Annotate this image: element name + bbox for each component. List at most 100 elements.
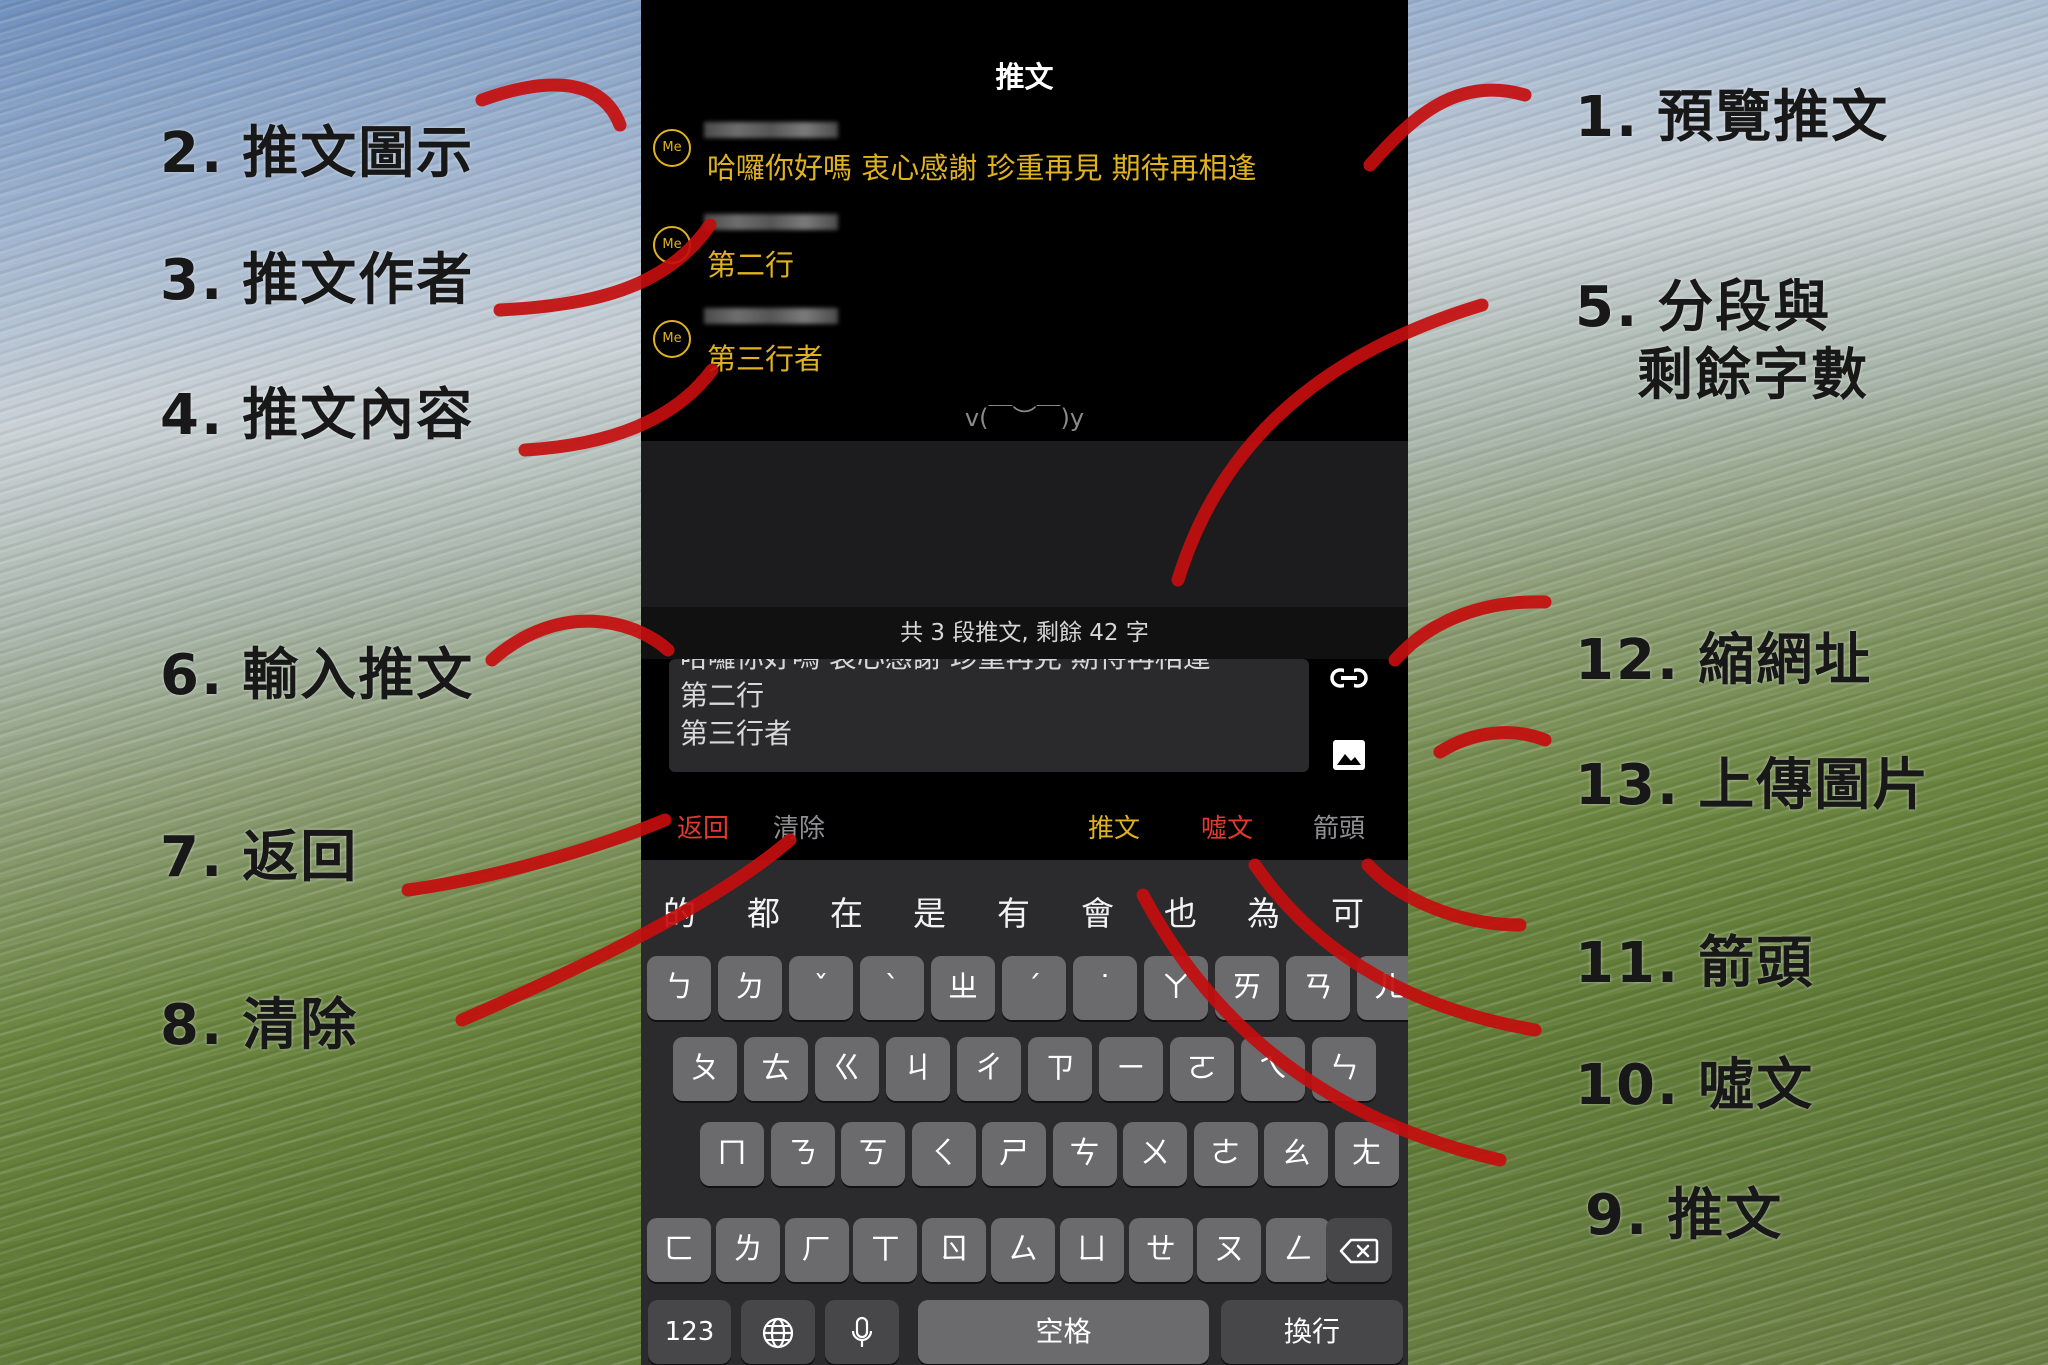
tweet-avatar-icon: Me: [653, 226, 691, 264]
page-title: 推文: [995, 60, 1054, 94]
candidate-word[interactable]: 有: [997, 887, 1030, 935]
zhuyin-key[interactable]: ㄚ: [1144, 956, 1208, 1020]
space-key[interactable]: 空格: [918, 1300, 1209, 1364]
zhuyin-key[interactable]: ㄜ: [1193, 1122, 1258, 1186]
zhuyin-key[interactable]: ㄝ: [1128, 1218, 1193, 1282]
zhuyin-key[interactable]: ㄒ: [853, 1218, 918, 1282]
candidate-word[interactable]: 是: [913, 887, 946, 935]
phone-screen: 推文 Me 哈囉你好嗎 衷心感謝 珍重再見 期待再相逢 Me 第二行 Me 第三…: [641, 0, 1408, 1365]
candidate-word[interactable]: 都: [747, 887, 780, 935]
candidate-word[interactable]: 的: [663, 887, 696, 935]
annotation-11: 11. 箭頭: [1575, 931, 1815, 996]
zhuyin-key[interactable]: ㄇ: [700, 1122, 764, 1186]
tweet-content: 哈囉你好嗎 衷心感謝 珍重再見 期待再相逢: [707, 151, 1257, 185]
editor-line: 第二行: [680, 679, 765, 712]
zhuyin-key[interactable]: ㄖ: [922, 1218, 987, 1282]
zhuyin-key[interactable]: ㄟ: [1241, 1037, 1305, 1101]
tweet-avatar-icon: Me: [653, 129, 691, 167]
candidate-word[interactable]: 可: [1331, 887, 1364, 935]
tweet-input[interactable]: 哈囉你好嗎 衷心感謝 珍重再見 期待再相逢 第二行 第三行者: [669, 659, 1309, 772]
zhuyin-key[interactable]: ㄌ: [715, 1218, 780, 1282]
arrow-button[interactable]: 箭頭: [1313, 808, 1365, 845]
numbers-key[interactable]: 123: [648, 1300, 731, 1364]
editor-line: 哈囉你好嗎 衷心感謝 珍重再見 期待再相逢: [669, 659, 1309, 677]
zhuyin-key[interactable]: ㄧ: [1099, 1037, 1163, 1101]
annotation-3: 3. 推文作者: [160, 248, 475, 313]
zhuyin-key[interactable]: ㄕ: [982, 1122, 1046, 1186]
link-icon[interactable]: [1327, 656, 1371, 700]
zhuyin-key[interactable]: ㄑ: [911, 1122, 976, 1186]
zhuyin-key[interactable]: ㄞ: [1215, 956, 1279, 1020]
annotation-9: 9. 推文: [1585, 1183, 1784, 1248]
image-icon[interactable]: [1327, 733, 1371, 777]
annotation-8: 8. 清除: [160, 993, 359, 1058]
zhuyin-key[interactable]: ㄠ: [1264, 1122, 1328, 1186]
return-key[interactable]: 換行: [1221, 1300, 1403, 1364]
boo-button[interactable]: 噓文: [1201, 808, 1253, 845]
zhuyin-key[interactable]: ㄡ: [1197, 1218, 1262, 1282]
zhuyin-key[interactable]: ㄢ: [1286, 956, 1350, 1020]
zhuyin-key[interactable]: ㄣ: [1312, 1037, 1376, 1101]
candidate-word[interactable]: 也: [1164, 887, 1197, 935]
zhuyin-key[interactable]: ㄐ: [886, 1037, 950, 1101]
zhuyin-key[interactable]: ㄘ: [1052, 1122, 1117, 1186]
tweet-author-blurred: [704, 214, 838, 230]
zhuyin-key[interactable]: ㄛ: [1170, 1037, 1234, 1101]
preview-row: Me 第三行者: [641, 304, 1408, 384]
zhuyin-key[interactable]: ㄨ: [1123, 1122, 1187, 1186]
tweet-avatar-icon: Me: [653, 320, 691, 358]
tweet-content: 第三行者: [707, 342, 824, 376]
annotation-13: 13. 上傳圖片: [1575, 753, 1931, 818]
zhuyin-key[interactable]: ㄩ: [1059, 1218, 1124, 1282]
microphone-icon: [851, 1314, 873, 1349]
globe-key[interactable]: [741, 1300, 815, 1364]
annotation-10: 10. 噓文: [1575, 1053, 1815, 1118]
annotation-1: 1. 預覽推文: [1575, 85, 1890, 150]
zhuyin-key[interactable]: ㄈ: [647, 1218, 711, 1282]
zhuyin-key[interactable]: ㄗ: [1028, 1037, 1092, 1101]
zhuyin-key[interactable]: ㄋ: [770, 1122, 835, 1186]
delete-key[interactable]: [1326, 1218, 1392, 1282]
zhuyin-key[interactable]: ˊ: [1002, 956, 1066, 1020]
annotation-2: 2. 推文圖示: [160, 121, 475, 186]
editor-line: 第三行者: [680, 717, 793, 750]
globe-icon: [761, 1314, 795, 1349]
annotation-7: 7. 返回: [160, 825, 359, 890]
candidate-word[interactable]: 為: [1247, 887, 1280, 935]
preview-row: Me 第二行: [641, 210, 1408, 290]
zhuyin-key[interactable]: ㄊ: [744, 1037, 808, 1101]
zhuyin-keyboard: 的 都 在 是 有 會 也 為 可 ㄅㄉ ˇ ˋ ㄓ ˊ ˙ ㄚㄞㄢㄦㄆㄊㄍㄐㄔㄗㄧㄛㄟㄣㄇ…: [641, 860, 1408, 1365]
zhuyin-key[interactable]: ㄎ: [841, 1122, 905, 1186]
tweet-author-blurred: [704, 122, 838, 138]
zhuyin-key[interactable]: ㄦ: [1357, 956, 1408, 1020]
zhuyin-key[interactable]: ㄔ: [957, 1037, 1021, 1101]
backspace-icon: [1339, 1232, 1379, 1267]
segment-count-status: 共 3 段推文, 剩餘 42 字: [641, 607, 1408, 659]
back-button[interactable]: 返回: [677, 808, 729, 845]
zhuyin-key[interactable]: ㄤ: [1334, 1122, 1399, 1186]
zhuyin-key[interactable]: ˙: [1073, 956, 1137, 1020]
zhuyin-key[interactable]: ㄙ: [991, 1218, 1055, 1282]
zhuyin-key[interactable]: ㄆ: [673, 1037, 737, 1101]
preview-end-emoticon: v(￣︶￣)y: [964, 404, 1085, 432]
annotation-6: 6. 輸入推文: [160, 643, 475, 708]
annotation-4: 4. 推文內容: [160, 383, 475, 448]
zhuyin-key[interactable]: ˇ: [789, 956, 853, 1020]
zhuyin-key[interactable]: ㄅ: [647, 956, 711, 1020]
zhuyin-key[interactable]: ㄓ: [931, 956, 995, 1020]
annotation-12: 12. 縮網址: [1575, 628, 1873, 693]
zhuyin-key[interactable]: ㄍ: [815, 1037, 879, 1101]
tweet-content: 第二行: [707, 248, 795, 282]
microphone-key[interactable]: [825, 1300, 899, 1364]
candidate-word[interactable]: 會: [1081, 887, 1114, 935]
preview-divider-area: [641, 441, 1408, 607]
zhuyin-key[interactable]: ˋ: [860, 956, 924, 1020]
zhuyin-key[interactable]: ㄏ: [784, 1218, 849, 1282]
candidate-word[interactable]: 在: [830, 887, 863, 935]
preview-row: Me 哈囉你好嗎 衷心感謝 珍重再見 期待再相逢: [641, 118, 1408, 198]
tweet-button[interactable]: 推文: [1088, 808, 1140, 845]
zhuyin-key[interactable]: ㄉ: [718, 956, 782, 1020]
clear-button[interactable]: 清除: [773, 808, 825, 845]
zhuyin-key[interactable]: ㄥ: [1266, 1218, 1331, 1282]
annotation-5-line2: 剩餘字數: [1637, 343, 1869, 408]
